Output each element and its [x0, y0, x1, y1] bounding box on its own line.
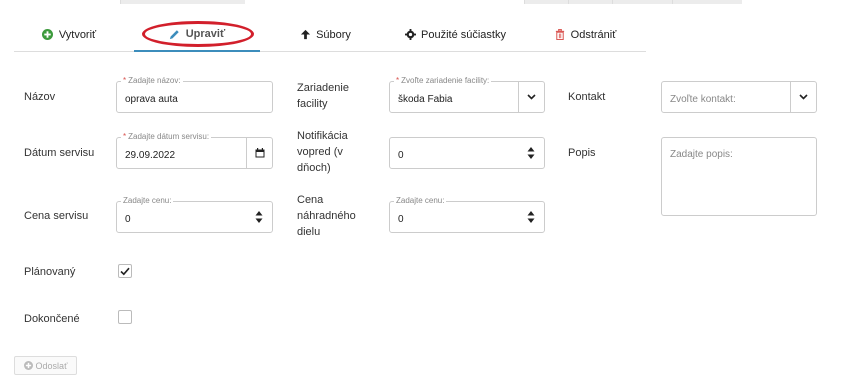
planned-checkbox[interactable] [118, 264, 132, 278]
calendar-icon[interactable] [246, 138, 272, 168]
tab-create-label: Vytvoriť [58, 28, 97, 41]
service-date-value: 29.09.2022 [125, 150, 176, 161]
service-price-field[interactable]: Zadajte cenu: 0 [116, 196, 273, 233]
chevron-down-icon[interactable] [790, 82, 816, 112]
notify-days-label: Notifikácia vopred (v dňoch) [297, 130, 348, 174]
plus-circle-icon [42, 29, 54, 41]
name-field[interactable]: * Zadajte názov: oprava auta [116, 76, 273, 113]
service-price-label: Cena servisu [24, 210, 89, 222]
check-icon [120, 267, 130, 275]
facility-select[interactable]: * Zvoľte zariadenie facility: škoda Fabia [389, 76, 545, 113]
part-price-label: Cena náhradného dielu [297, 194, 356, 238]
chevron-down-icon[interactable] [518, 82, 544, 112]
description-label: Popis [568, 147, 596, 159]
service-date-label: Dátum servisu [24, 147, 95, 159]
send-button-label: Odoslať [35, 360, 68, 371]
facility-float-label: * Zvoľte zariadenie facility: [394, 76, 492, 86]
spinner-icon[interactable] [518, 202, 544, 232]
service-price-value: 0 [125, 214, 131, 225]
spinner-icon[interactable] [518, 138, 544, 168]
completed-checkbox[interactable] [118, 310, 132, 324]
service-price-float-label: Zadajte cenu: [121, 196, 174, 206]
tab-used-parts-label: Použité súčiastky [421, 28, 506, 41]
planned-label: Plánovaný [24, 266, 76, 278]
tab-edit-label: Upraviť [185, 28, 226, 40]
name-float-label: * Zadajte názov: [121, 76, 183, 86]
tab-files[interactable]: Súbory [270, 18, 380, 51]
description-placeholder: Zadajte popis: [670, 149, 733, 160]
tab-edit[interactable]: Upraviť [134, 18, 260, 52]
facility-label: Zariadenie facility [297, 82, 349, 110]
description-textarea[interactable]: Zadajte popis: [661, 137, 817, 216]
name-label: Názov [24, 91, 56, 103]
gear-icon [404, 29, 416, 41]
name-value: oprava auta [125, 94, 178, 105]
contact-select[interactable]: Zvoľte kontakt: [661, 81, 817, 113]
completed-label: Dokončené [24, 313, 80, 325]
plus-circle-icon [23, 361, 33, 370]
tab-create[interactable]: Vytvoriť [14, 18, 124, 51]
part-price-field[interactable]: Zadajte cenu: 0 [389, 196, 545, 233]
trash-icon [554, 29, 566, 41]
tab-delete-label: Odstrániť [570, 28, 617, 41]
top-strip [0, 0, 846, 4]
service-date-float-label: * Zadajte dátum servisu: [121, 132, 212, 142]
part-price-value: 0 [398, 214, 404, 225]
arrow-up-icon [299, 29, 311, 41]
tab-files-label: Súbory [316, 28, 351, 41]
notify-days-value: 0 [398, 150, 404, 161]
tab-delete[interactable]: Odstrániť [540, 18, 630, 51]
tab-bar: Vytvoriť Upraviť Súbory Použité súčiastk… [14, 18, 646, 52]
pencil-icon [169, 28, 181, 40]
send-button[interactable]: Odoslať [14, 356, 77, 375]
service-date-field[interactable]: * Zadajte dátum servisu: 29.09.2022 [116, 132, 273, 169]
spinner-icon[interactable] [246, 202, 272, 232]
contact-placeholder: Zvoľte kontakt: [670, 94, 736, 105]
part-price-float-label: Zadajte cenu: [394, 196, 447, 206]
tab-used-parts[interactable]: Použité súčiastky [390, 18, 520, 51]
facility-value: škoda Fabia [398, 94, 453, 105]
contact-label: Kontakt [568, 91, 606, 103]
notify-days-field[interactable]: 0 [389, 137, 545, 169]
